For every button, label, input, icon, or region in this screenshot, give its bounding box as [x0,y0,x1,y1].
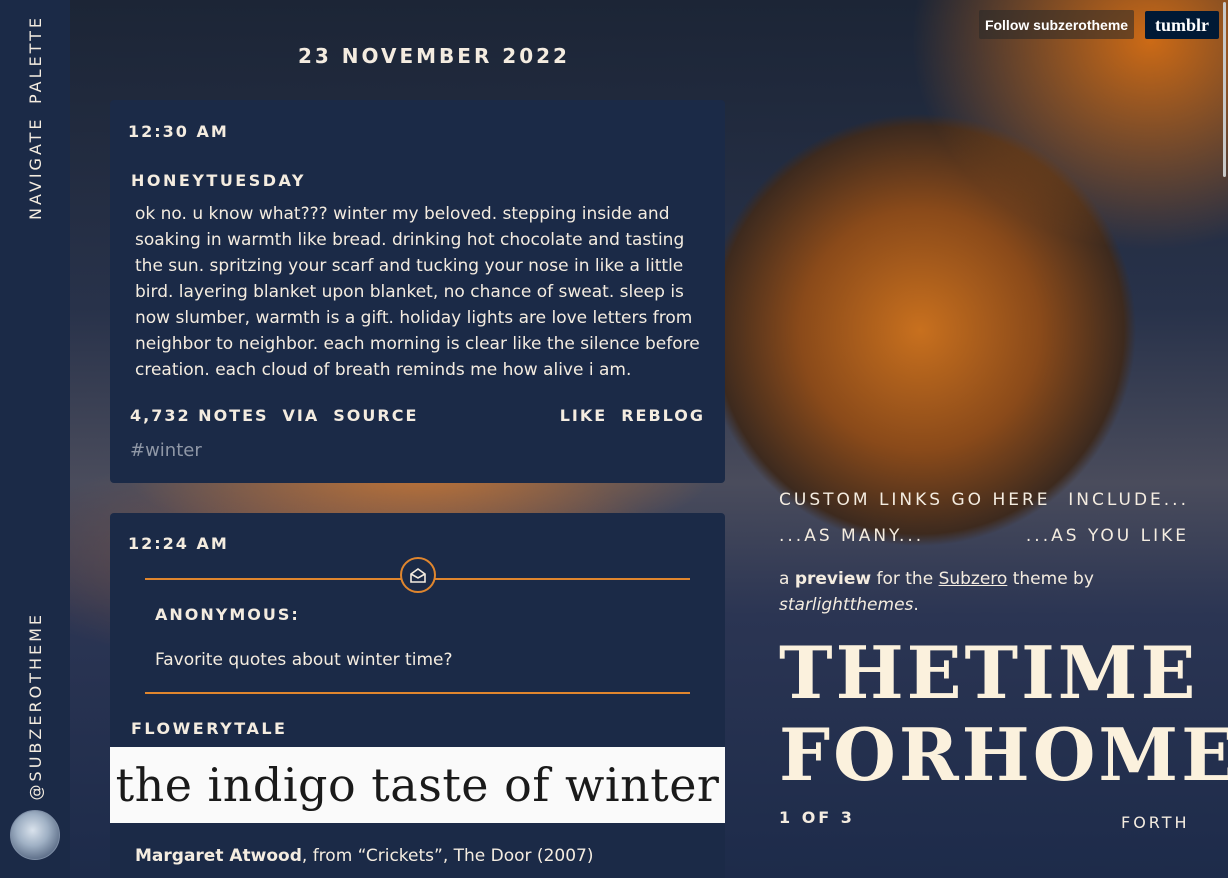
nav-link-palette[interactable]: PALETTE [26,15,45,104]
sidebar: NAVIGATE PALETTE @SUBZEROTHEME [0,0,70,878]
post-footer: 4,732 NOTES VIA SOURCE LIKE REBLOG [130,406,705,425]
notes-link[interactable]: 4,732 NOTES [130,406,269,425]
post-tag[interactable]: #winter [130,440,202,461]
title-word: TIME [964,630,1199,715]
title-word: THE [779,630,965,715]
scrollbar[interactable] [1223,2,1226,177]
avatar[interactable] [10,810,60,860]
quote-author: Margaret Atwood [135,846,302,866]
tumblr-logo[interactable]: tumblr [1145,11,1219,39]
custom-link[interactable]: INCLUDE... [1068,490,1189,510]
desc-preview: preview [794,569,872,589]
page-indicator: 1 OF 3 [779,808,855,827]
custom-links-row: ...AS MANY... ...AS YOU LIKE [779,526,1189,546]
sidebar-nav: NAVIGATE PALETTE [26,15,45,220]
nav-link-navigate[interactable]: NAVIGATE [26,116,45,220]
post-time[interactable]: 12:30 AM [128,122,229,141]
theme-author: starlightthemes [779,595,914,615]
desc-text: . [913,595,919,615]
ask-question: Favorite quotes about winter time? [155,650,453,670]
post-body: ok no. u know what??? winter my beloved.… [135,204,700,380]
desc-text: theme by [1012,569,1094,589]
title-word: HOME [961,712,1228,797]
source-link[interactable]: SOURCE [333,406,418,425]
follow-button[interactable]: Follow subzerotheme [979,10,1134,39]
desc-text: a [779,569,790,589]
post-date-header: 23 NOVEMBER 2022 [298,44,570,68]
post-time[interactable]: 12:24 AM [128,534,229,553]
custom-link[interactable]: CUSTOM LINKS GO HERE [779,490,1051,510]
theme-description: a preview for the Subzero theme by starl… [779,566,1189,618]
ask-post: 12:24 AM ANONYMOUS: Favorite quotes abou… [110,513,725,878]
reblog-button[interactable]: REBLOG [621,406,705,425]
blog-title: THE TIME FOR HOME [779,630,1228,797]
ask-divider [145,692,690,694]
via-link[interactable]: VIA [283,406,320,425]
blog-handle[interactable]: @SUBZEROTHEME [26,612,45,800]
custom-links-row: CUSTOM LINKS GO HERE INCLUDE... [779,490,1189,510]
ask-sender: ANONYMOUS: [155,605,300,624]
text-post: 12:30 AM HONEYTUESDAY ok no. u know what… [110,100,725,483]
like-button[interactable]: LIKE [560,406,607,425]
next-page-link[interactable]: FORTH [1121,813,1190,832]
post-username[interactable]: HONEYTUESDAY [131,171,306,190]
desc-text: for the [876,569,934,589]
custom-link[interactable]: ...AS MANY... [779,526,924,546]
theme-link[interactable]: Subzero [939,569,1008,589]
quote-source: , from “Crickets”, The Door (2007) [301,846,594,866]
envelope-icon [400,557,436,593]
quote-caption: Margaret Atwood, from “Crickets”, The Do… [135,846,593,866]
quote-image[interactable]: the indigo taste of winter [110,747,725,823]
custom-link[interactable]: ...AS YOU LIKE [1026,526,1189,546]
title-word: FOR [779,712,962,797]
post-username[interactable]: FLOWERYTALE [131,719,287,738]
